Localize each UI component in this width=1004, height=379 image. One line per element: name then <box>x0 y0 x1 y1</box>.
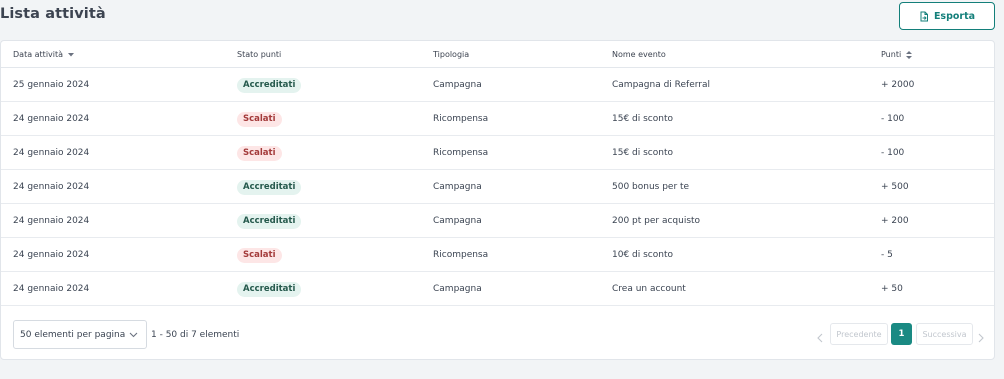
table-row: 25 gennaio 2024 Accreditati Campagna Cam… <box>1 68 994 102</box>
chevron-right-icon[interactable] <box>978 328 984 347</box>
cell-date: 25 gennaio 2024 <box>13 80 90 90</box>
cell-event: Crea un account <box>612 284 686 294</box>
table-row: 24 gennaio 2024 Scalati Ricompensa 15€ d… <box>1 136 994 170</box>
table-row: 24 gennaio 2024 Accreditati Campagna 500… <box>1 170 994 204</box>
table-header: Data attività Stato punti Tipologia Nome… <box>1 41 994 68</box>
cell-event: Campagna di Referral <box>612 80 711 90</box>
cell-date: 24 gennaio 2024 <box>13 284 90 294</box>
caret-down-icon <box>68 52 75 57</box>
page-size-value: 50 elementi per pagina <box>20 329 126 340</box>
cell-date: 24 gennaio 2024 <box>13 216 90 226</box>
cell-points: - 100 <box>881 114 905 124</box>
cell-status: Scalati <box>237 238 282 272</box>
page-header: Lista attività Esporta <box>0 0 1004 38</box>
column-header-type: Tipologia <box>433 41 469 68</box>
next-page-button[interactable]: Successiva <box>916 323 973 345</box>
activity-table-card: Data attività Stato punti Tipologia Nome… <box>0 40 995 360</box>
pagination-range: 1 - 50 di 7 elementi <box>151 329 240 340</box>
table-row: 24 gennaio 2024 Accreditati Campagna 200… <box>1 204 994 238</box>
chevron-left-icon[interactable] <box>817 328 823 347</box>
sort-updown-icon <box>906 50 913 59</box>
column-header-event-label: Nome evento <box>612 50 666 59</box>
page-size-select[interactable]: 50 elementi per pagina <box>13 320 147 349</box>
cell-points: - 100 <box>881 148 905 158</box>
cell-status: Accreditati <box>237 272 302 306</box>
cell-event: 15€ di sconto <box>612 148 673 158</box>
status-badge: Accreditati <box>237 77 302 93</box>
cell-event: 500 bonus per te <box>612 182 690 192</box>
cell-status: Scalati <box>237 136 282 170</box>
cell-date: 24 gennaio 2024 <box>13 148 90 158</box>
cell-type: Ricompensa <box>433 250 489 260</box>
previous-page-button[interactable]: Precedente <box>830 323 888 345</box>
status-badge: Accreditati <box>237 213 302 229</box>
column-header-status-label: Stato punti <box>237 50 282 59</box>
column-header-points-label: Punti <box>881 50 902 59</box>
chevron-down-icon <box>129 331 138 341</box>
column-header-type-label: Tipologia <box>433 50 470 59</box>
cell-event: 200 pt per acquisto <box>612 216 701 226</box>
cell-type: Ricompensa <box>433 114 489 124</box>
cell-event: 10€ di sconto <box>612 250 673 260</box>
column-header-points[interactable]: Punti <box>881 41 913 68</box>
cell-type: Campagna <box>433 284 482 294</box>
column-header-date-label: Data attività <box>13 50 64 59</box>
table-row: 24 gennaio 2024 Scalati Ricompensa 10€ d… <box>1 238 994 272</box>
cell-date: 24 gennaio 2024 <box>13 250 90 260</box>
cell-points: + 2000 <box>881 80 915 90</box>
table-row: 24 gennaio 2024 Accreditati Campagna Cre… <box>1 272 994 306</box>
page-title: Lista attività <box>0 6 106 22</box>
export-button-label: Esporta <box>933 10 976 22</box>
cell-status: Accreditati <box>237 170 302 204</box>
cell-type: Campagna <box>433 216 482 226</box>
page-1-button[interactable]: 1 <box>891 323 912 345</box>
export-button[interactable]: Esporta <box>899 2 995 30</box>
cell-points: + 500 <box>881 182 909 192</box>
status-badge: Accreditati <box>237 179 302 195</box>
table-row: 24 gennaio 2024 Scalati Ricompensa 15€ d… <box>1 102 994 136</box>
cell-points: + 50 <box>881 284 903 294</box>
cell-points: - 5 <box>881 250 893 260</box>
cell-type: Ricompensa <box>433 148 489 158</box>
file-export-icon <box>919 11 929 22</box>
cell-type: Campagna <box>433 80 482 90</box>
cell-points: + 200 <box>881 216 909 226</box>
status-badge: Scalati <box>237 145 282 161</box>
cell-date: 24 gennaio 2024 <box>13 114 90 124</box>
column-header-date[interactable]: Data attività <box>13 41 75 68</box>
cell-date: 24 gennaio 2024 <box>13 182 90 192</box>
status-badge: Scalati <box>237 111 282 127</box>
cell-event: 15€ di sconto <box>612 114 673 124</box>
cell-type: Campagna <box>433 182 482 192</box>
cell-status: Accreditati <box>237 68 302 102</box>
cell-status: Scalati <box>237 102 282 136</box>
column-header-status: Stato punti <box>237 41 281 68</box>
column-header-event: Nome evento <box>612 41 666 68</box>
cell-status: Accreditati <box>237 204 302 238</box>
status-badge: Scalati <box>237 247 282 263</box>
table-footer: 50 elementi per pagina 1 - 50 di 7 eleme… <box>1 307 994 361</box>
pagination: Precedente 1 Successiva <box>817 323 992 345</box>
status-badge: Accreditati <box>237 281 302 297</box>
